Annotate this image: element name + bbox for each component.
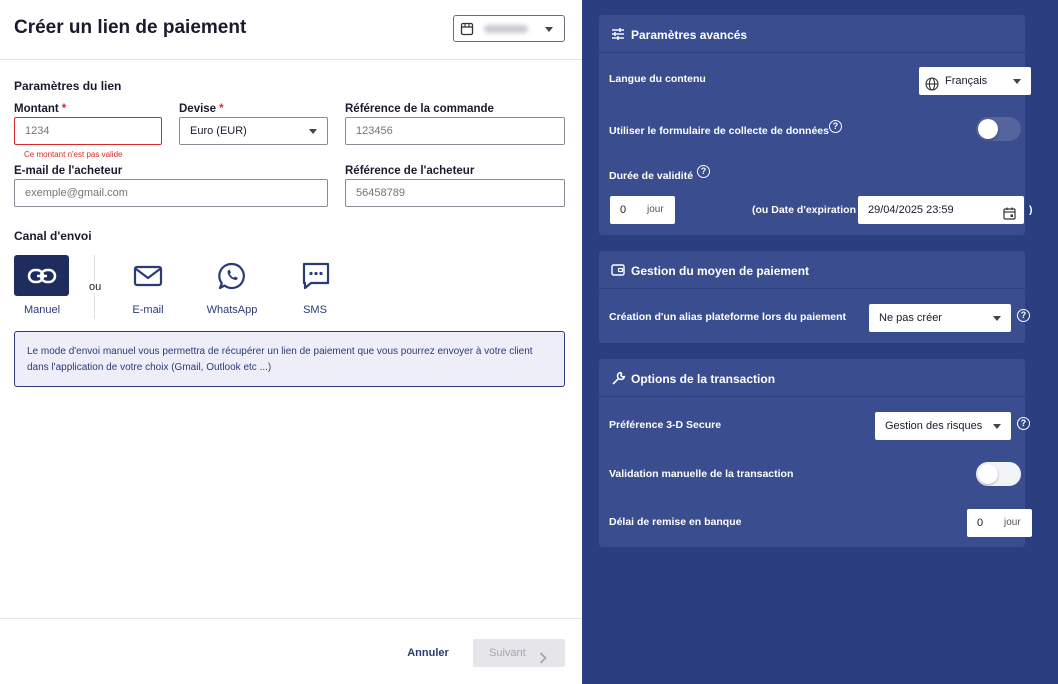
help-icon[interactable]: ? xyxy=(829,120,842,133)
chevron-right-icon xyxy=(539,647,547,675)
validity-unit: jour xyxy=(647,204,664,215)
currency-select[interactable]: Euro (EUR) xyxy=(179,117,328,145)
advanced-settings-header: Paramètres avancés xyxy=(599,15,1025,53)
alias-value: Ne pas créer xyxy=(879,312,942,324)
manual-validation-label: Validation manuelle de la transaction xyxy=(609,468,794,480)
footer: Annuler Suivant xyxy=(0,618,582,684)
link-params-title: Paramètres du lien xyxy=(14,79,122,93)
expiration-date-input[interactable]: 29/04/2025 23:59 xyxy=(858,196,1024,224)
delay-value: 0 xyxy=(977,517,984,529)
settings-panel: Paramètres avancés Langue du contenu Fra… xyxy=(582,0,1058,684)
wallet-icon xyxy=(611,263,625,280)
sliders-icon xyxy=(611,27,625,44)
validity-value: 0 xyxy=(620,204,627,216)
alias-label: Création d'un alias plateforme lors du p… xyxy=(609,311,847,323)
language-value: Français xyxy=(945,75,988,87)
order-ref-label: Référence de la commande xyxy=(345,103,494,115)
payment-method-card: Gestion du moyen de paiement Création d'… xyxy=(599,251,1030,343)
payment-method-header: Gestion du moyen de paiement xyxy=(599,251,1025,289)
buyer-ref-input[interactable] xyxy=(345,179,565,207)
calendar-icon[interactable] xyxy=(1003,203,1016,231)
expiration-value: 29/04/2025 23:59 xyxy=(868,204,954,216)
chevron-down-icon xyxy=(545,27,553,32)
buyer-email-label: E-mail de l'acheteur xyxy=(14,165,123,177)
manual-mode-info: Le mode d'envoi manuel vous permettra de… xyxy=(14,331,565,387)
help-icon[interactable]: ? xyxy=(1017,309,1030,322)
or-label: ou xyxy=(88,281,103,293)
channel-email-button[interactable] xyxy=(120,255,175,296)
currency-label: Devise * xyxy=(179,103,224,115)
next-button[interactable]: Suivant xyxy=(473,639,565,667)
header: Créer un lien de paiement xyxy=(0,0,582,60)
globe-icon xyxy=(925,74,939,102)
validity-input[interactable]: 0 jour xyxy=(610,196,675,224)
manual-validation-toggle[interactable] xyxy=(976,462,1021,486)
order-ref-input[interactable] xyxy=(345,117,565,145)
advanced-settings-title: Paramètres avancés xyxy=(631,28,748,42)
alias-select[interactable]: Ne pas créer xyxy=(869,304,1011,332)
channel-manual-label: Manuel xyxy=(23,304,61,316)
channel-whatsapp-button[interactable] xyxy=(204,255,259,296)
channel-sms-label: SMS xyxy=(303,304,327,316)
buyer-email-input[interactable] xyxy=(14,179,328,207)
mail-icon xyxy=(133,265,162,286)
payment-method-title: Gestion du moyen de paiement xyxy=(631,264,810,278)
page-title: Créer un lien de paiement xyxy=(14,17,247,38)
sms-icon xyxy=(302,262,329,289)
expiration-close: ) xyxy=(1029,204,1033,216)
transaction-options-header: Options de la transaction xyxy=(599,359,1025,397)
advanced-settings-card: Paramètres avancés Langue du contenu Fra… xyxy=(599,15,1033,235)
next-button-label: Suivant xyxy=(489,647,526,659)
secure-value: Gestion des risques xyxy=(885,420,983,432)
channel-sms-button[interactable] xyxy=(288,255,343,296)
cancel-button[interactable]: Annuler xyxy=(396,641,460,665)
data-form-toggle[interactable] xyxy=(976,117,1021,141)
delay-input[interactable]: 0 jour xyxy=(967,509,1032,537)
store-icon xyxy=(460,22,474,41)
send-channel-title: Canal d'envoi xyxy=(14,229,92,243)
validity-label: Durée de validité xyxy=(609,170,694,182)
transaction-options-title: Options de la transaction xyxy=(631,372,776,386)
channel-email-label: E-mail xyxy=(132,304,164,316)
data-form-label: Utiliser le formulaire de collecte de do… xyxy=(609,125,829,137)
help-icon[interactable]: ? xyxy=(697,165,710,178)
amount-error: Ce montant n'est pas valide xyxy=(24,150,123,159)
channel-whatsapp-label: WhatsApp xyxy=(206,304,258,316)
create-link-panel: Créer un lien de paiement Paramètres du … xyxy=(0,0,582,684)
chevron-down-icon xyxy=(993,316,1001,321)
whatsapp-icon xyxy=(217,262,245,289)
expiration-label: (ou Date d'expiration xyxy=(752,204,857,216)
shop-select[interactable] xyxy=(453,15,565,42)
amount-input[interactable] xyxy=(14,117,162,145)
chevron-down-icon xyxy=(993,424,1001,429)
delay-label: Délai de remise en banque xyxy=(609,516,742,528)
currency-value: Euro (EUR) xyxy=(190,125,247,137)
transaction-options-card: Options de la transaction Préférence 3-D… xyxy=(599,359,1032,547)
language-label: Langue du contenu xyxy=(609,73,706,85)
amount-label: Montant * xyxy=(14,103,67,115)
delay-unit: jour xyxy=(1004,517,1021,528)
chevron-down-icon xyxy=(1013,79,1021,84)
secure-select[interactable]: Gestion des risques xyxy=(875,412,1011,440)
language-select[interactable]: Français xyxy=(919,67,1031,95)
link-icon xyxy=(27,268,56,283)
chevron-down-icon xyxy=(309,129,317,134)
wrench-icon xyxy=(611,371,626,389)
help-icon[interactable]: ? xyxy=(1017,417,1030,430)
shop-name-blurred xyxy=(484,25,528,33)
secure-label: Préférence 3-D Secure xyxy=(609,419,722,431)
buyer-ref-label: Référence de l'acheteur xyxy=(345,165,475,177)
channel-manual-button[interactable] xyxy=(14,255,69,296)
